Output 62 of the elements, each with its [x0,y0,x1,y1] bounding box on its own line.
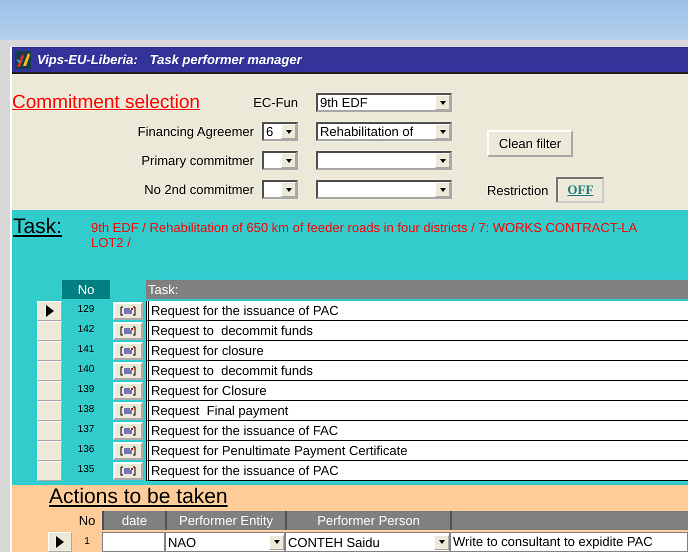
field-label: Primary commitmer [141,153,254,168]
task-cell: Request for the issuance of FAC [146,421,688,441]
note-icon[interactable] [113,422,143,440]
window-title: Task performer manager [150,52,302,67]
column-header: No [78,512,96,530]
note-icon[interactable] [113,342,143,360]
person-dropdown[interactable]: CONTEH Saidu [285,532,450,552]
code-dropdown[interactable]: 6 [262,122,298,141]
column-header: Performer Person [285,511,450,530]
note-icon[interactable] [113,302,143,320]
note-icon[interactable] [113,322,143,340]
task-path: LOT2 / [91,235,132,250]
app-name: Vips-EU-Liberia: [37,52,138,67]
field-label: EC-Fun [253,95,298,110]
clean-filter-button[interactable]: Clean filter [487,130,573,157]
task-number: 140 [76,363,96,377]
task-number: 135 [76,463,96,477]
app-icon [15,50,31,68]
section-heading: Actions to be taken [48,485,229,509]
date-field[interactable] [102,532,165,552]
task-number: 139 [76,383,96,397]
field-label: No 2nd commitmer [144,182,254,197]
task-number: 129 [76,303,96,317]
row-selector[interactable] [48,532,72,552]
note-icon[interactable] [113,402,143,420]
note-icon[interactable] [113,382,143,400]
task-number: 136 [76,443,96,457]
restriction-label: Restriction [487,182,548,198]
field-label: Financing Agreemer [138,124,254,139]
value-dropdown[interactable]: Rehabilitation of [316,122,452,141]
column-header: Performer Entity [165,511,285,530]
note-icon[interactable] [113,462,143,480]
action-number: 1 [83,535,91,549]
column-header: date [102,511,165,530]
entity-dropdown[interactable]: NAO [165,532,285,552]
task-path: 9th EDF / Rehabilitation of 650 km of feeder roads in four districts / 7: WORKS CONTRACT-LA [91,220,638,235]
task-cell: Request for closure [146,341,688,361]
task-number: 142 [76,323,96,337]
code-dropdown[interactable] [262,151,298,170]
value-dropdown[interactable] [316,180,452,199]
action-field[interactable]: Write to consultant to expidite PAC [450,532,688,552]
task-number: 137 [76,423,96,437]
note-icon[interactable] [113,442,143,460]
value-dropdown[interactable]: 9th EDF [316,93,452,112]
task-cell: Request for the issuance of PAC [146,301,688,321]
task-cell: Request for the issuance of PAC [146,461,688,481]
section-heading: Commitment selection [12,92,200,114]
value-dropdown[interactable] [316,151,452,170]
column-header: Task: [146,280,688,299]
task-number: 138 [76,403,96,417]
task-cell: Request Final payment [146,401,688,421]
task-cell: Request to decommit funds [146,361,688,381]
task-label: Task: [12,215,64,240]
column-header: No [62,280,110,299]
task-cell: Request for Penultimate Payment Certificate [146,441,688,461]
task-number: 141 [76,343,96,357]
restriction-toggle[interactable]: OFF [556,177,604,203]
task-cell: Request to decommit funds [146,321,688,341]
note-icon[interactable] [113,362,143,380]
row-selector[interactable] [37,301,62,321]
code-dropdown[interactable] [262,180,298,199]
task-cell: Request for Closure [146,381,688,401]
